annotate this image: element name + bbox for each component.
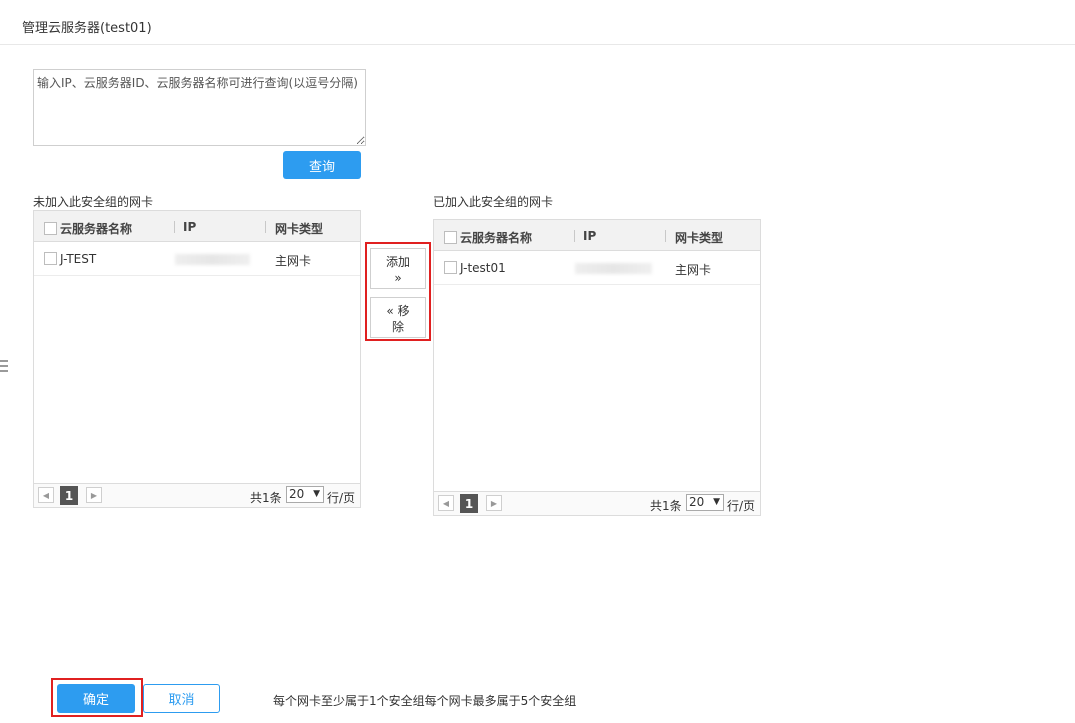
page-size-select[interactable]: 20 ▼	[286, 486, 324, 503]
query-button[interactable]: 查询	[283, 151, 361, 179]
chevron-down-icon: ▼	[713, 497, 720, 507]
table-header: 云服务器名称 IP 网卡类型	[34, 211, 360, 242]
next-page-icon[interactable]: ▶	[86, 487, 102, 503]
nic-type: 主网卡	[275, 254, 312, 268]
select-all-checkbox[interactable]	[44, 222, 57, 235]
column-header-nic-type: 网卡类型	[275, 222, 324, 236]
remove-button[interactable]: « 移除	[370, 297, 426, 338]
page-number[interactable]: 1	[460, 494, 478, 513]
total-count: 共1条	[650, 499, 682, 513]
page-header: 管理云服务器(test01)	[0, 0, 1075, 45]
column-header-nic-type: 网卡类型	[675, 231, 724, 245]
prev-page-icon[interactable]: ◀	[438, 495, 454, 511]
page-size-select[interactable]: 20 ▼	[686, 494, 724, 511]
search-input[interactable]	[33, 69, 366, 146]
pagination: ◀ 1 ▶ 共1条 20 ▼ 行/页	[434, 491, 760, 515]
row-checkbox[interactable]	[44, 252, 57, 265]
column-header-ip: IP	[583, 229, 597, 243]
table-row[interactable]: J-test01 主网卡	[434, 251, 760, 285]
server-name: J-TEST	[60, 252, 97, 266]
ip-value-redacted	[175, 254, 250, 265]
page-number[interactable]: 1	[60, 486, 78, 505]
nic-type: 主网卡	[675, 263, 712, 277]
column-header-name: 云服务器名称	[460, 231, 533, 245]
footer-note: 每个网卡至少属于1个安全组每个网卡最多属于5个安全组	[273, 694, 577, 708]
server-name: J-test01	[460, 261, 506, 275]
chevron-down-icon: ▼	[313, 489, 320, 499]
confirm-button[interactable]: 确定	[57, 684, 135, 713]
page-size-unit: 行/页	[327, 491, 356, 505]
select-all-checkbox[interactable]	[444, 231, 457, 244]
prev-page-icon[interactable]: ◀	[38, 487, 54, 503]
available-nic-table: 云服务器名称 IP 网卡类型 J-TEST 主网卡 ◀ 1 ▶ 共1条 20 ▼ …	[33, 210, 361, 508]
column-header-name: 云服务器名称	[60, 222, 133, 236]
table-row[interactable]: J-TEST 主网卡	[34, 242, 360, 276]
table-header: 云服务器名称 IP 网卡类型	[434, 220, 760, 251]
total-count: 共1条	[250, 491, 282, 505]
left-panel-label: 未加入此安全组的网卡	[33, 195, 154, 209]
row-checkbox[interactable]	[444, 261, 457, 274]
right-panel-label: 已加入此安全组的网卡	[433, 195, 554, 209]
page-title: 管理云服务器(test01)	[22, 21, 152, 36]
joined-nic-table: 云服务器名称 IP 网卡类型 J-test01 主网卡 ◀ 1 ▶ 共1条 20…	[433, 219, 761, 516]
add-button[interactable]: 添加»	[370, 248, 426, 289]
next-page-icon[interactable]: ▶	[486, 495, 502, 511]
cancel-button[interactable]: 取消	[143, 684, 220, 713]
transfer-buttons-highlight: 添加» « 移除	[365, 242, 431, 341]
sidebar-toggle-icon[interactable]	[0, 360, 10, 376]
pagination: ◀ 1 ▶ 共1条 20 ▼ 行/页	[34, 483, 360, 507]
column-header-ip: IP	[183, 220, 197, 234]
ip-value-redacted	[575, 263, 652, 274]
page-size-unit: 行/页	[727, 499, 756, 513]
